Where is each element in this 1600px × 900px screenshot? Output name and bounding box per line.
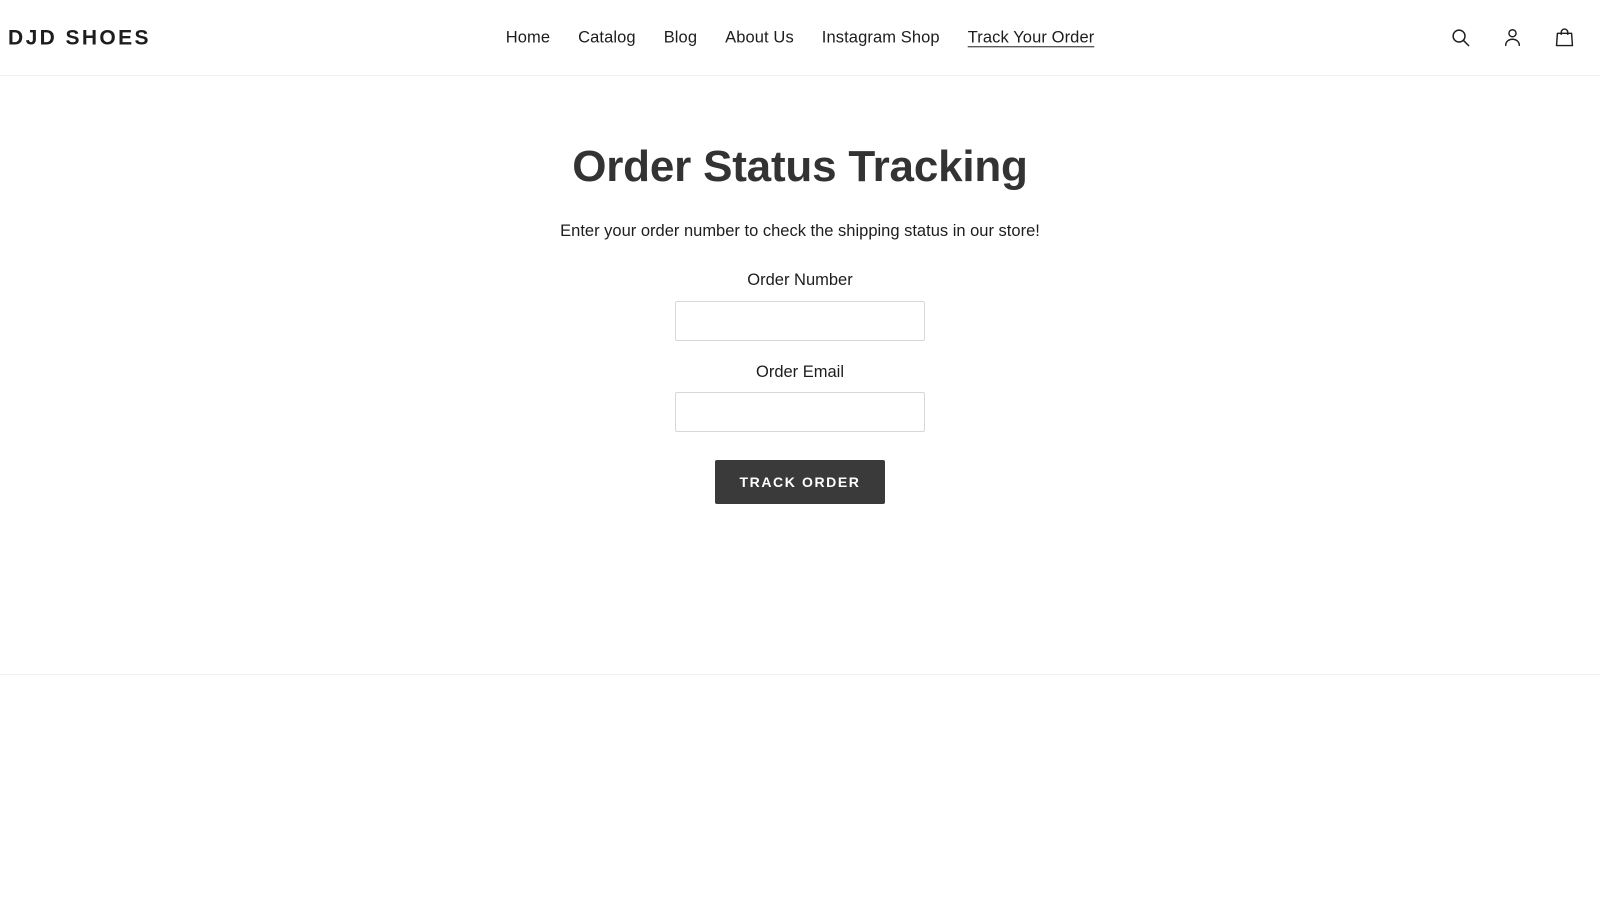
submit-container: TRACK ORDER (675, 460, 925, 505)
order-email-field-row: Order Email (675, 362, 925, 433)
search-icon[interactable] (1442, 20, 1478, 56)
page-subtitle: Enter your order number to check the shi… (560, 221, 1040, 240)
track-order-button[interactable]: TRACK ORDER (715, 460, 885, 505)
nav-item-instagram-shop[interactable]: Instagram Shop (808, 23, 954, 52)
order-email-label: Order Email (755, 362, 845, 381)
nav-item-blog[interactable]: Blog (650, 23, 711, 52)
nav-item-track-your-order[interactable]: Track Your Order (954, 23, 1109, 52)
content-wrapper: Order Status Tracking Enter your order n… (200, 142, 1400, 505)
main-content: Order Status Tracking Enter your order n… (0, 76, 1600, 674)
nav-item-home[interactable]: Home (492, 23, 564, 52)
nav-item-catalog[interactable]: Catalog (564, 23, 650, 52)
site-logo[interactable]: DJD SHOES (8, 27, 151, 48)
order-number-field-row: Order Number (675, 270, 925, 341)
cart-icon[interactable] (1546, 20, 1582, 56)
order-number-label: Order Number (747, 271, 853, 290)
header-icon-group (1442, 20, 1582, 56)
order-tracking-form: Order Number Order Email TRACK ORDER (675, 243, 925, 505)
site-header: DJD SHOES Home Catalog Blog About Us Ins… (0, 0, 1600, 76)
account-icon[interactable] (1494, 20, 1530, 56)
order-email-input[interactable] (675, 392, 925, 433)
main-navigation: Home Catalog Blog About Us Instagram Sho… (492, 23, 1109, 52)
order-number-input[interactable] (675, 300, 925, 341)
nav-item-about-us[interactable]: About Us (711, 23, 808, 52)
site-footer (0, 674, 1600, 899)
page-title: Order Status Tracking (572, 142, 1028, 191)
